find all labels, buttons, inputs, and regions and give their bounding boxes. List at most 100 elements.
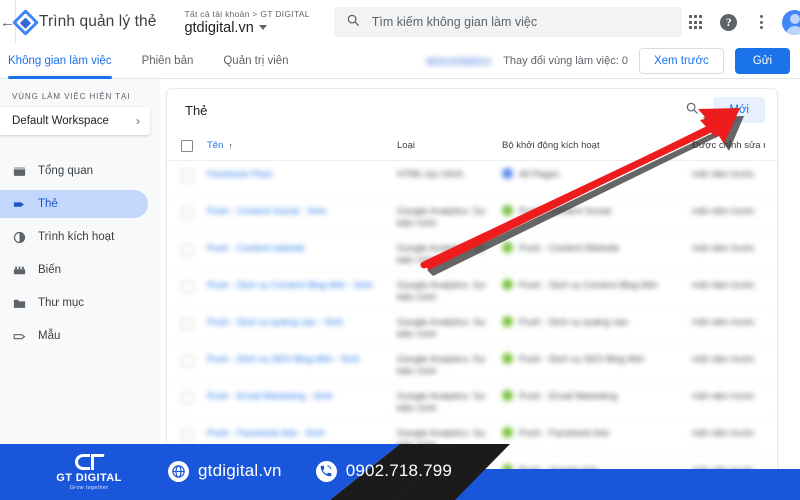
table-row[interactable]: Facebook Pixel HTML tùy chỉnh All Pages một…	[167, 161, 777, 198]
tab-versions[interactable]: Phiên bản	[142, 44, 194, 79]
banner-phone[interactable]: 0902.718.799	[315, 460, 453, 482]
tag-icon	[12, 197, 38, 212]
table-row[interactable]: Push - Dịch vụ quảng cáo - Sinh Google An…	[167, 309, 777, 346]
search-icon[interactable]	[685, 101, 699, 120]
blurred-status-item	[426, 56, 493, 66]
tag-name-link[interactable]: Push - Content website	[207, 243, 397, 255]
table-row[interactable]: Push - Dịch vụ SEO Blog Mới - Sinh Google…	[167, 346, 777, 383]
overview-icon	[12, 164, 38, 179]
row-checkbox[interactable]	[181, 392, 193, 404]
row-checkbox[interactable]	[181, 429, 193, 441]
tag-name-link[interactable]: Push - Content Social - Sinh	[207, 206, 397, 218]
tag-name-link[interactable]: Push - Dịch vụ Content Blog Mới - Sinh	[207, 280, 397, 292]
select-all-checkbox[interactable]	[181, 139, 193, 152]
submit-button[interactable]: Gửi	[734, 48, 790, 74]
row-checkbox[interactable]	[181, 207, 193, 219]
sidebar: VÙNG LÀM VIỆC HIỆN TẠI Default Workspace…	[0, 79, 160, 500]
tag-modified: một năm trước	[692, 243, 755, 254]
tag-name-link[interactable]: Push - Facebook Ads - Sinh	[207, 428, 397, 440]
workspace-section-label: VÙNG LÀM VIỆC HIỆN TẠI	[12, 92, 131, 101]
row-checkbox[interactable]	[181, 355, 193, 367]
brand-name: GT DIGITAL	[56, 471, 122, 484]
sidebar-item-label: Thẻ	[38, 198, 58, 210]
bottom-promo-banner: GT DIGITAL Grow together gtdigital.vn 09…	[0, 442, 800, 500]
search-icon	[346, 13, 360, 32]
more-vertical-icon[interactable]	[748, 8, 776, 36]
template-icon	[12, 329, 38, 344]
apps-grid-icon[interactable]	[682, 8, 710, 36]
banner-website[interactable]: gtdigital.vn	[168, 460, 282, 482]
trigger-status-dot	[502, 353, 513, 364]
search-input[interactable]: Tìm kiếm không gian làm việc	[333, 7, 682, 37]
tags-card: Thẻ Mới Tên ↑ Loại Bộ khởi động kích hoạ…	[166, 88, 778, 500]
tag-modified: một năm trước	[692, 391, 755, 402]
row-checkbox[interactable]	[181, 318, 193, 330]
sidebar-item-tags[interactable]: Thẻ	[0, 190, 148, 218]
help-icon[interactable]: ?	[715, 8, 743, 36]
row-checkbox[interactable]	[181, 281, 193, 293]
tag-name-link[interactable]: Push - Email Marketing - Sinh	[207, 391, 397, 403]
tag-type: Google Analytics: Sự kiện GA4	[397, 280, 486, 303]
workspace-selector[interactable]: Default Workspace ›	[0, 107, 150, 135]
card-header: Thẻ Mới	[167, 89, 777, 131]
tag-modified: một năm trước	[692, 428, 755, 439]
row-checkbox[interactable]	[181, 244, 193, 256]
tag-trigger: Push - Content Social	[502, 205, 692, 218]
sidebar-nav: Tổng quan Thẻ Trình kích hoạt Biến Thư m…	[0, 157, 160, 350]
tag-modified: một năm trước	[692, 354, 755, 365]
tag-modified: một năm trước	[692, 169, 755, 180]
column-header-modified[interactable]: Được chỉnh sửa mới...	[692, 140, 765, 151]
tag-trigger: Push - Content Website	[502, 242, 692, 255]
card-title: Thẻ	[185, 102, 208, 118]
sidebar-item-folders[interactable]: Thư mục	[0, 289, 148, 317]
globe-icon	[168, 460, 189, 482]
tag-trigger: Push - Dịch vụ SEO Blog Mới	[502, 353, 692, 366]
chevron-right-icon: ›	[136, 114, 140, 128]
sidebar-item-triggers[interactable]: Trình kích hoạt	[0, 223, 148, 251]
tag-type: Google Analytics: Sự kiện GA4	[397, 317, 486, 340]
trigger-status-dot	[502, 168, 513, 179]
tab-workspace[interactable]: Không gian làm việc	[8, 44, 112, 79]
sidebar-item-variables[interactable]: Biến	[0, 256, 148, 284]
gt-digital-logo: GT DIGITAL Grow together	[44, 452, 134, 491]
row-checkbox[interactable]	[181, 170, 193, 182]
tag-name-link[interactable]: Push - Dịch vụ quảng cáo - Sinh	[207, 317, 397, 329]
tag-modified: một năm trước	[692, 206, 755, 217]
account-selector[interactable]: Tất cả tài khoản > GT DIGITAL gtdigital.…	[170, 0, 323, 44]
tab-admin[interactable]: Quản trị viên	[223, 44, 288, 79]
sidebar-item-overview[interactable]: Tổng quan	[0, 157, 148, 185]
table-row[interactable]: Push - Email Marketing - Sinh Google Anal…	[167, 383, 777, 420]
google-tag-manager-logo[interactable]	[12, 0, 39, 44]
tag-trigger: Push - Dịch vụ quảng cáo	[502, 316, 692, 329]
table-row[interactable]: Push - Dịch vụ Content Blog Mới - Sinh Go…	[167, 272, 777, 309]
column-header-type[interactable]: Loại	[397, 140, 502, 151]
table-row[interactable]: Push - Content Social - Sinh Google Analy…	[167, 198, 777, 235]
preview-button[interactable]: Xem trước	[638, 48, 724, 74]
sidebar-item-label: Biến	[38, 264, 62, 276]
phone-text: 0902.718.799	[345, 461, 453, 480]
trigger-status-dot	[502, 316, 513, 327]
workspace-changes-label: Thay đổi vùng làm việc: 0	[503, 55, 628, 67]
top-app-bar: ← Trình quản lý thẻ Tất cả tài khoản > G…	[0, 0, 800, 44]
sidebar-item-templates[interactable]: Mẫu	[0, 322, 148, 350]
new-tag-button[interactable]: Mới	[713, 97, 765, 123]
tag-type: Google Analytics: Sự kiện GA4	[397, 243, 486, 266]
tag-type: Google Analytics: Sự kiện GA4	[397, 206, 486, 229]
website-text: gtdigital.vn	[198, 461, 282, 480]
sidebar-item-label: Mẫu	[38, 330, 61, 342]
avatar[interactable]	[781, 8, 800, 36]
phone-icon	[315, 460, 337, 482]
tag-trigger: Push - Email Marketing	[502, 390, 692, 403]
tag-name-link[interactable]: Push - Dịch vụ SEO Blog Mới - Sinh	[207, 354, 397, 366]
tag-modified: một năm trước	[692, 317, 755, 328]
table-header-row: Tên ↑ Loại Bộ khởi động kích hoạt Được c…	[167, 131, 777, 161]
account-name: gtdigital.vn	[184, 19, 254, 36]
tag-name-link[interactable]: Facebook Pixel	[207, 169, 397, 181]
sidebar-item-label: Thư mục	[38, 297, 85, 309]
tag-type: Google Analytics: Sự kiện GA4	[397, 354, 486, 377]
column-header-name[interactable]: Tên ↑	[207, 140, 397, 151]
top-bar-actions: ?	[682, 8, 800, 36]
column-header-trigger[interactable]: Bộ khởi động kích hoạt	[502, 140, 692, 151]
sort-ascending-icon: ↑	[228, 140, 233, 151]
table-row[interactable]: Push - Content website Google Analytics: …	[167, 235, 777, 272]
